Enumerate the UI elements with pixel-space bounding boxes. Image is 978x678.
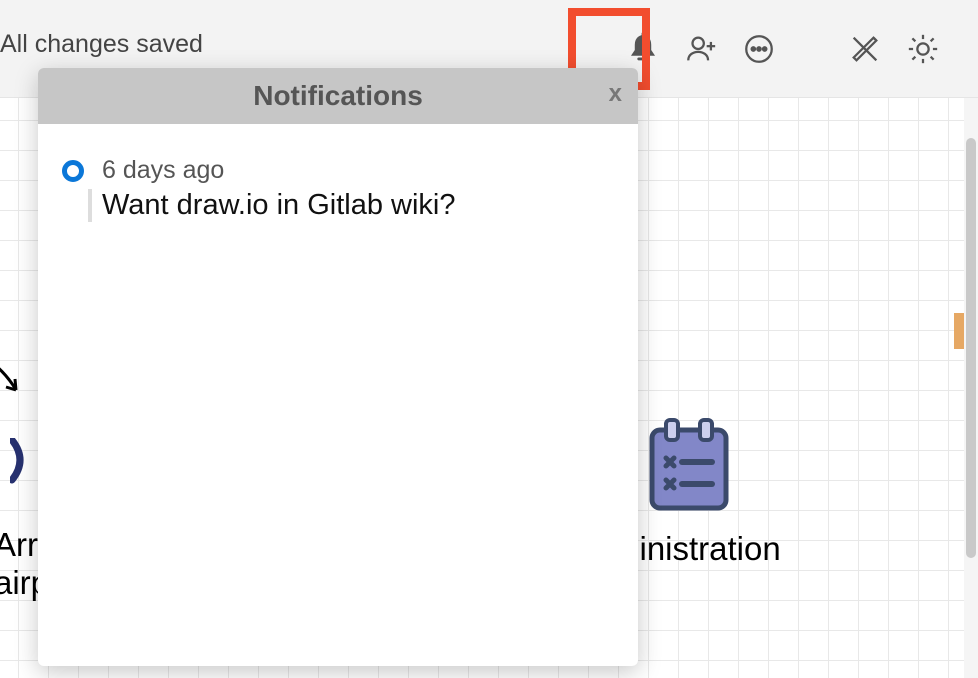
notification-title: Want draw.io in Gitlab wiki?	[88, 189, 456, 222]
toolbar-icon-group	[620, 0, 978, 98]
bell-icon	[626, 32, 660, 66]
theme-toggle-button[interactable]	[900, 26, 946, 72]
notification-time: 6 days ago	[102, 156, 456, 185]
person-add-icon	[684, 32, 718, 66]
share-button[interactable]	[678, 26, 724, 72]
close-button[interactable]: x	[609, 80, 622, 108]
scrollbar-thumb[interactable]	[966, 138, 976, 558]
unread-dot-icon	[62, 160, 84, 182]
popover-header: Notifications x	[38, 68, 638, 124]
notification-item[interactable]: 6 days ago Want draw.io in Gitlab wiki?	[62, 156, 614, 222]
more-horizontal-icon	[742, 32, 776, 66]
notifications-button[interactable]	[620, 26, 666, 72]
arrow-icon	[0, 358, 34, 398]
partial-shape	[954, 313, 964, 349]
clipboard-shape[interactable]	[644, 416, 734, 514]
sun-icon	[906, 32, 940, 66]
save-status-text: All changes saved	[0, 30, 203, 59]
notification-content: 6 days ago Want draw.io in Gitlab wiki?	[102, 156, 456, 222]
notifications-popover: Notifications x 6 days ago Want draw.io …	[38, 68, 638, 666]
vertical-scrollbar[interactable]	[964, 98, 978, 678]
popover-body: 6 days ago Want draw.io in Gitlab wiki?	[38, 124, 638, 666]
popover-title: Notifications	[253, 80, 423, 112]
ruler-pencil-icon	[848, 32, 882, 66]
more-options-button[interactable]	[736, 26, 782, 72]
design-tools-button[interactable]	[842, 26, 888, 72]
